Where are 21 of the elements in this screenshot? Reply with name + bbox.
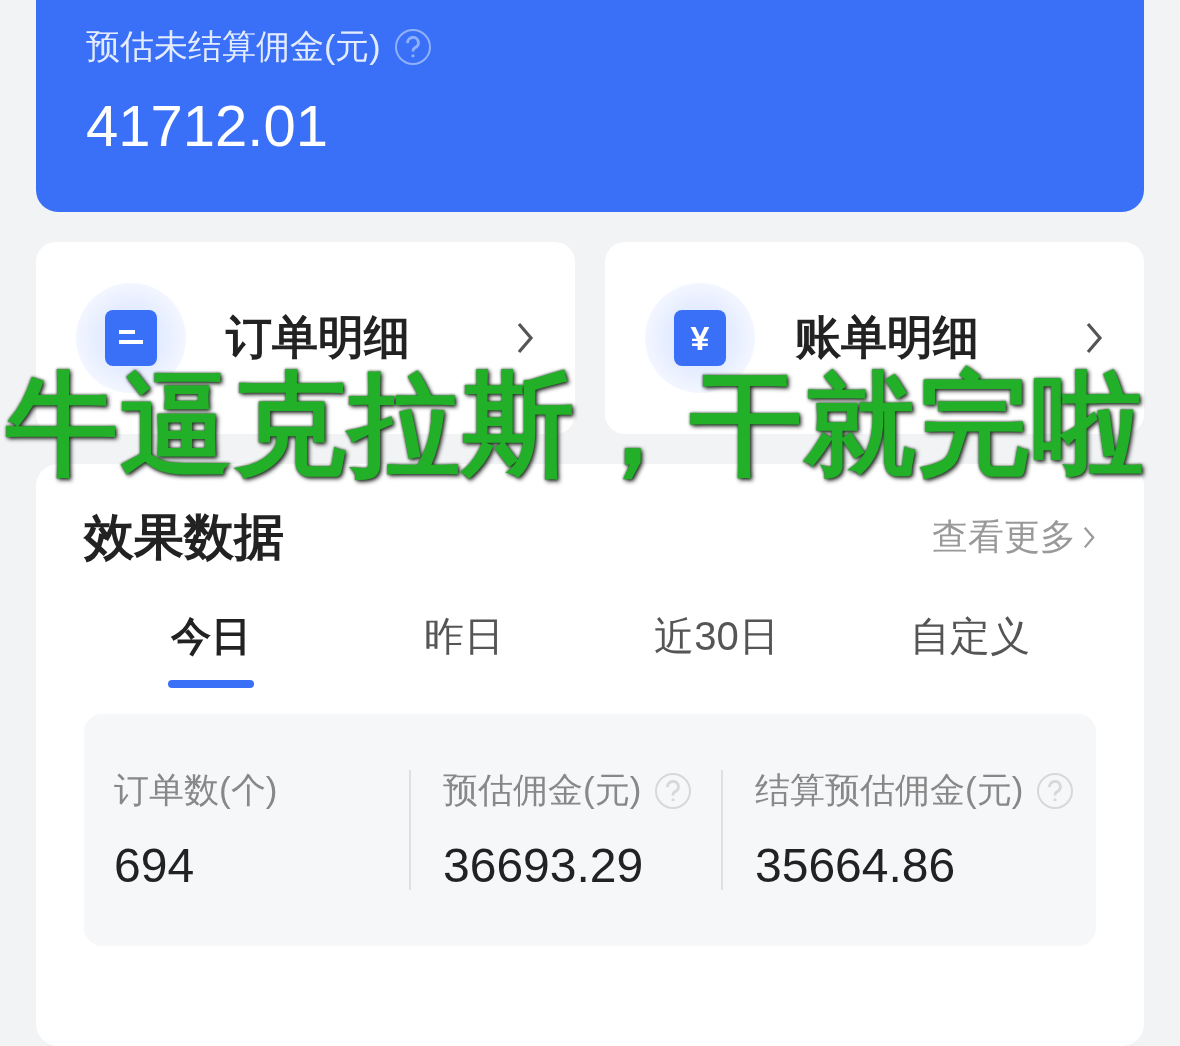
help-icon[interactable] [1037,772,1074,809]
chevron-right-icon [1082,524,1096,551]
stat-label: 结算预估佣金(元) [755,769,1024,811]
commission-label: 预估未结算佣金(元) [86,26,381,67]
stat-label: 预估佣金(元) [443,769,642,811]
section-title: 效果数据 [84,508,284,567]
stat-value: 694 [114,838,196,893]
date-tab[interactable]: 今日 [84,609,337,688]
date-tab[interactable]: 近30日 [590,609,843,688]
date-tab[interactable]: 自定义 [843,609,1096,688]
stat-value: 36693.29 [443,838,645,893]
stat-label: 订单数(个) [114,769,278,811]
document-icon [105,310,157,366]
notebook-icon: ¥ [674,310,726,366]
help-icon[interactable] [655,772,692,809]
stat-value: 35664.86 [755,838,957,893]
chevron-right-icon [1084,320,1104,356]
date-tab[interactable]: 昨日 [337,609,590,688]
commission-amount: 41712.01 [86,92,329,159]
help-icon[interactable] [394,29,431,65]
chevron-right-icon [515,320,535,356]
